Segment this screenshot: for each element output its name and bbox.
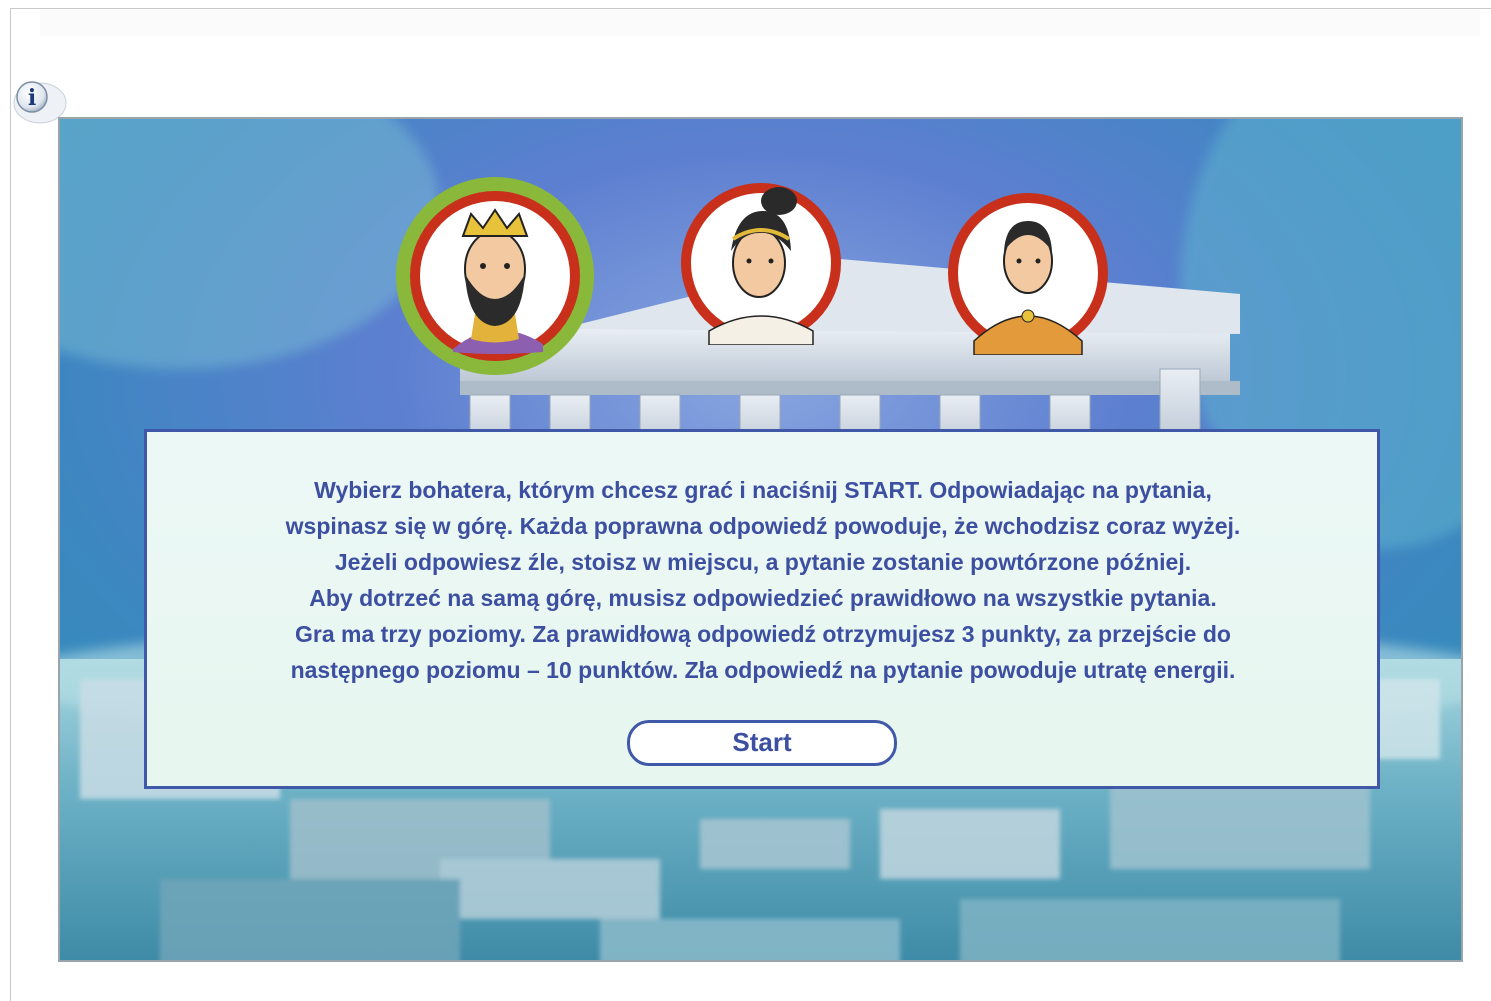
instruction-line: Aby dotrzeć na samą górę, musisz odpowie… — [309, 585, 1217, 611]
instruction-line: Jeżeli odpowiesz źle, stoisz w miejscu, … — [334, 549, 1192, 575]
start-button[interactable]: Start — [627, 720, 897, 766]
instruction-line: następnego poziomu – 10 punktów. Zła odp… — [290, 657, 1236, 683]
instruction-line: Wybierz bohatera, którym chcesz grać i n… — [314, 477, 1212, 503]
instructions-panel: Wybierz bohatera, którym chcesz grać i n… — [144, 429, 1380, 789]
hero-king-portrait[interactable] — [393, 174, 597, 378]
instruction-line: Gra ma trzy poziomy. Za prawidłową odpow… — [295, 621, 1231, 647]
instructions-text: Wybierz bohatera, którym chcesz grać i n… — [167, 472, 1359, 688]
info-glyph: i — [28, 85, 36, 111]
hero-youth-portrait[interactable] — [946, 191, 1110, 355]
instruction-line: wspinasz się w górę. Każda poprawna odpo… — [285, 513, 1241, 539]
top-strip — [40, 10, 1480, 36]
game-panel: Wybierz bohatera, którym chcesz grać i n… — [58, 117, 1463, 962]
hero-woman-portrait[interactable] — [679, 181, 843, 345]
